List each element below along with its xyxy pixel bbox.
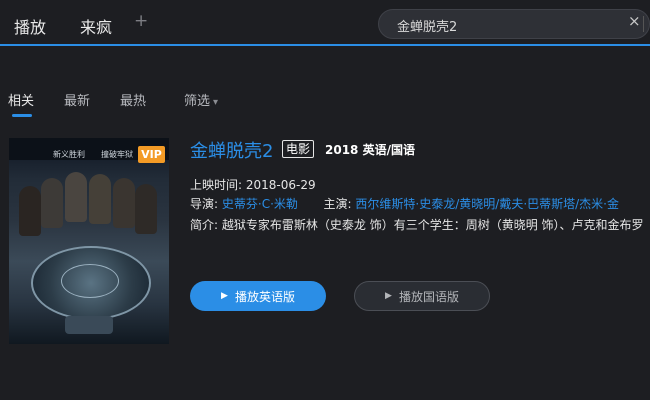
filter-relevant[interactable]: 相关 — [8, 90, 34, 109]
actor-figure — [65, 172, 87, 222]
tab-play[interactable]: 播放 — [14, 14, 46, 38]
search-input[interactable] — [395, 14, 599, 36]
actor-figure — [135, 184, 157, 234]
desc-text: 越狱专家布雷斯林（史泰龙 饰）有三个学生：周树（黄晓明 饰）、卢克和金布罗 — [221, 218, 644, 232]
movie-title[interactable]: 金蝉脱壳2 — [190, 137, 273, 163]
actor-figure — [113, 178, 135, 228]
header-underline — [0, 44, 650, 46]
release-label: 上映时间: — [190, 178, 243, 192]
description-row: 简介: 越狱专家布雷斯林（史泰龙 饰）有三个学生：周树（黄晓明 饰）、卢克和金布… — [190, 216, 644, 233]
search-box — [378, 9, 650, 39]
cast-label: 主演: — [323, 197, 352, 211]
cast-links[interactable]: 西尔维斯特·史泰龙/黄晓明/戴夫·巴蒂斯塔/杰米·金 — [355, 197, 619, 211]
poster-prison-inner — [61, 264, 119, 298]
poster-actors — [19, 168, 159, 238]
filter-hottest[interactable]: 最热 — [120, 90, 146, 109]
clear-icon[interactable]: × — [628, 12, 641, 30]
play-icon: ▶ — [385, 291, 392, 301]
tab-laifeng[interactable]: 来疯 — [80, 14, 112, 38]
type-badge: 电影 — [282, 140, 315, 158]
desc-label: 简介: — [190, 218, 219, 232]
chevron-down-icon: ▾ — [213, 97, 219, 108]
director-link[interactable]: 史蒂芬·C·米勒 — [222, 197, 298, 211]
vip-badge: VIP — [138, 146, 165, 163]
play-icon: ▶ — [221, 291, 228, 301]
movie-poster[interactable]: 新义胜利 撞破牢狱 VIP — [9, 138, 169, 344]
active-filter-indicator — [12, 114, 32, 117]
filter-dropdown[interactable]: 筛选 ▾ — [184, 90, 218, 109]
director-label: 导演: — [190, 197, 219, 211]
top-bar: 播放 来疯 + × — [0, 0, 650, 48]
actor-figure — [41, 178, 63, 228]
poster-base — [65, 316, 113, 334]
play-mandarin-button[interactable]: ▶ 播放国语版 — [354, 281, 490, 311]
search-divider — [643, 16, 644, 32]
poster-title-left: 新义胜利 — [53, 150, 85, 159]
play-english-button[interactable]: ▶ 播放英语版 — [190, 281, 326, 311]
filter-newest[interactable]: 最新 — [64, 90, 90, 109]
poster-title-right: 撞破牢狱 — [101, 150, 133, 159]
filter-dropdown-label: 筛选 — [184, 94, 211, 109]
release-date: 2018-06-29 — [245, 178, 316, 192]
play-english-label: 播放英语版 — [234, 289, 295, 304]
add-tab-icon[interactable]: + — [134, 11, 148, 31]
actor-figure — [19, 186, 41, 236]
release-row: 上映时间: 2018-06-29 — [190, 176, 316, 193]
actor-figure — [89, 174, 111, 224]
play-mandarin-label: 播放国语版 — [398, 289, 459, 304]
movie-meta: 2018 英语/国语 — [325, 143, 415, 157]
credits-row: 导演: 史蒂芬·C·米勒 主演: 西尔维斯特·史泰龙/黄晓明/戴夫·巴蒂斯塔/杰… — [190, 195, 619, 212]
